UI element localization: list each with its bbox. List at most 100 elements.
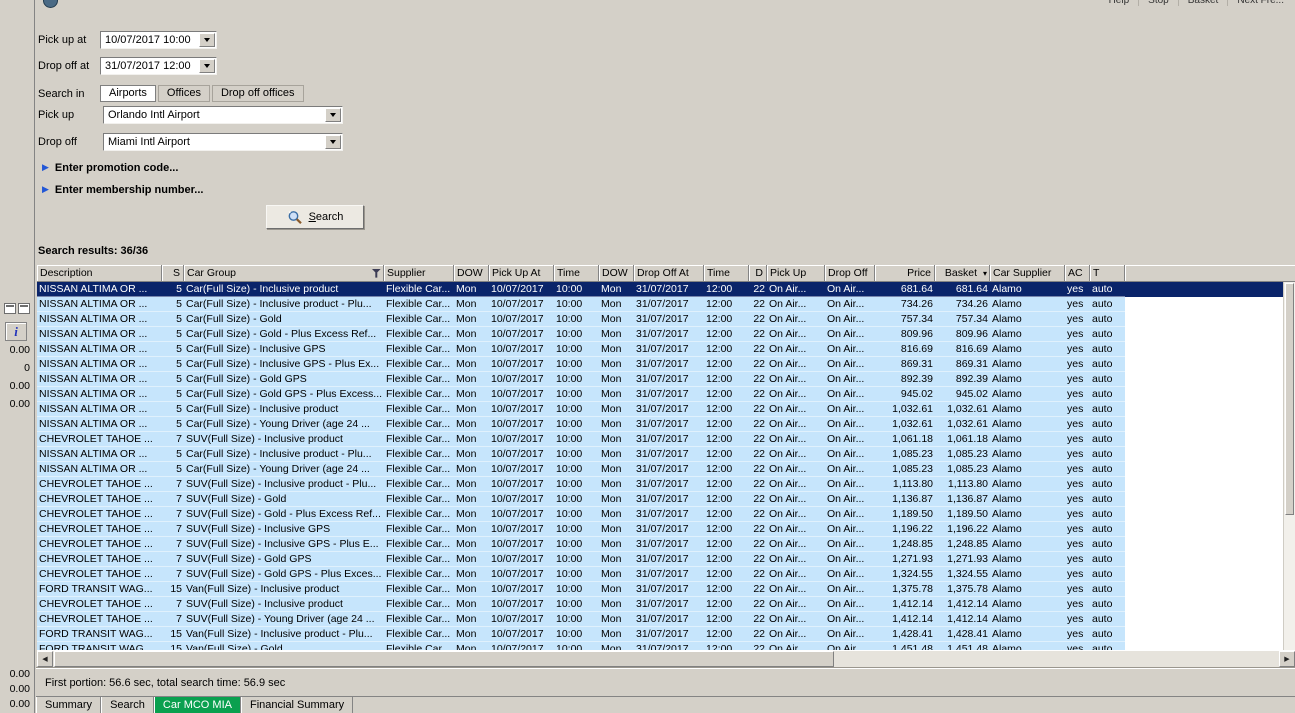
table-row[interactable]: FORD TRANSIT WAG... 15 Van(Full Size) - Go… — [37, 642, 1283, 650]
column-header-price[interactable]: Price — [875, 265, 935, 282]
filter-icon[interactable] — [372, 269, 381, 280]
cell-s: 5 — [176, 328, 182, 340]
cell-car-supplier: Alamo — [992, 358, 1022, 370]
horizontal-scrollbar[interactable]: ◀ ▶ — [37, 650, 1295, 667]
table-row[interactable]: CHEVROLET TAHOE ... 7 SUV(Full Size) - Gol… — [37, 507, 1283, 522]
chevron-down-icon[interactable] — [199, 59, 215, 73]
table-row[interactable]: CHEVROLET TAHOE ... 7 SUV(Full Size) - Inc… — [37, 537, 1283, 552]
cell-time: 10:00 — [556, 298, 583, 310]
search-in-tab-drop-off-offices[interactable]: Drop off offices — [211, 85, 304, 102]
cell-basket: 1,428.41 — [947, 628, 988, 640]
cell-description: CHEVROLET TAHOE ... — [39, 568, 153, 580]
bottom-tab-car-mco-mia[interactable]: Car MCO MIA — [153, 697, 241, 713]
table-row[interactable]: CHEVROLET TAHOE ... 7 SUV(Full Size) - Inc… — [37, 522, 1283, 537]
pickup-at-combobox[interactable]: 10/07/2017 10:00 — [100, 31, 217, 49]
cell-dow: Mon — [601, 538, 622, 550]
search-timing-status: First portion: 56.6 sec, total search ti… — [45, 677, 286, 689]
table-row[interactable]: CHEVROLET TAHOE ... 7 SUV(Full Size) - Inc… — [37, 597, 1283, 612]
column-header-time[interactable]: Time — [704, 265, 749, 282]
table-row[interactable]: CHEVROLET TAHOE ... 7 SUV(Full Size) - Gol… — [37, 492, 1283, 507]
column-header-dow[interactable]: DOW — [599, 265, 634, 282]
table-row[interactable]: NISSAN ALTIMA OR ... 5 Car(Full Size) - Go… — [37, 327, 1283, 342]
column-header-car-supplier[interactable]: Car Supplier — [990, 265, 1065, 282]
vertical-scrollbar[interactable] — [1283, 282, 1295, 650]
table-row[interactable]: NISSAN ALTIMA OR ... 5 Car(Full Size) - In… — [37, 342, 1283, 357]
sort-icon[interactable]: ▾ — [983, 269, 987, 278]
cell-car-group: Car(Full Size) - Gold GPS - Plus Excess.… — [186, 388, 383, 400]
table-row[interactable]: NISSAN ALTIMA OR ... 5 Car(Full Size) - Go… — [37, 372, 1283, 387]
cell-pick-up: On Air... — [769, 418, 807, 430]
table-row[interactable]: NISSAN ALTIMA OR ... 5 Car(Full Size) - In… — [37, 447, 1283, 462]
dropoff-location-combobox[interactable]: Miami Intl Airport — [103, 133, 343, 151]
table-row[interactable]: NISSAN ALTIMA OR ... 5 Car(Full Size) - In… — [37, 297, 1283, 312]
table-row[interactable]: CHEVROLET TAHOE ... 7 SUV(Full Size) - Inc… — [37, 432, 1283, 447]
dropoff-at-combobox[interactable]: 31/07/2017 12:00 — [100, 57, 217, 75]
vertical-scrollbar-thumb[interactable] — [1285, 283, 1294, 515]
row-filler — [1125, 522, 1283, 537]
table-row[interactable]: CHEVROLET TAHOE ... 7 SUV(Full Size) - Inc… — [37, 477, 1283, 492]
cell-ac: yes — [1067, 283, 1084, 295]
bottom-tab-financial-summary[interactable]: Financial Summary — [240, 697, 354, 713]
column-header-d[interactable]: D — [749, 265, 767, 282]
pickup-location-combobox[interactable]: Orlando Intl Airport — [103, 106, 343, 124]
info-icon[interactable]: i — [5, 322, 27, 341]
table-row[interactable]: CHEVROLET TAHOE ... 7 SUV(Full Size) - Gol… — [37, 552, 1283, 567]
promotion-code-expander[interactable]: ▶ Enter promotion code... — [42, 162, 178, 174]
search-in-tab-offices[interactable]: Offices — [157, 85, 210, 102]
cell-ac: yes — [1067, 643, 1084, 650]
search-in-tab-airports[interactable]: Airports — [100, 85, 156, 102]
topbar-item-stop[interactable]: Stop — [1138, 0, 1178, 6]
bottom-tab-search[interactable]: Search — [101, 697, 154, 713]
column-header-drop-off-at[interactable]: Drop Off At — [634, 265, 704, 282]
search-button[interactable]: Search — [266, 205, 364, 229]
column-header-s[interactable]: S — [162, 265, 184, 282]
column-header-time[interactable]: Time — [554, 265, 599, 282]
cell-t: auto — [1092, 628, 1113, 640]
scroll-left-icon[interactable]: ◀ — [37, 651, 53, 667]
cell-time: 10:00 — [556, 508, 583, 520]
column-header-pick-up[interactable]: Pick Up — [767, 265, 825, 282]
scroll-right-icon[interactable]: ▶ — [1279, 651, 1295, 667]
table-row[interactable]: NISSAN ALTIMA OR ... 5 Car(Full Size) - Yo… — [37, 417, 1283, 432]
table-row[interactable]: FORD TRANSIT WAG... 15 Van(Full Size) - In… — [37, 627, 1283, 642]
column-header-t[interactable]: T — [1090, 265, 1125, 282]
cell-time: 12:00 — [706, 313, 733, 325]
table-row[interactable]: NISSAN ALTIMA OR ... 5 Car(Full Size) - Yo… — [37, 462, 1283, 477]
table-row[interactable]: NISSAN ALTIMA OR ... 5 Car(Full Size) - Go… — [37, 312, 1283, 327]
table-row[interactable]: CHEVROLET TAHOE ... 7 SUV(Full Size) - Gol… — [37, 567, 1283, 582]
cell-car-supplier: Alamo — [992, 583, 1022, 595]
membership-number-expander[interactable]: ▶ Enter membership number... — [42, 184, 203, 196]
horizontal-scrollbar-thumb[interactable] — [54, 651, 834, 667]
column-header-description[interactable]: Description — [37, 265, 162, 282]
cell-time: 10:00 — [556, 613, 583, 625]
column-header-dow[interactable]: DOW — [454, 265, 489, 282]
column-header-car-group[interactable]: Car Group — [184, 265, 384, 282]
table-row[interactable]: NISSAN ALTIMA OR ... 5 Car(Full Size) - Go… — [37, 387, 1283, 402]
table-row[interactable]: CHEVROLET TAHOE ... 7 SUV(Full Size) - You… — [37, 612, 1283, 627]
table-row[interactable]: NISSAN ALTIMA OR ... 5 Car(Full Size) - In… — [37, 357, 1283, 372]
panel-window-icon[interactable] — [4, 303, 16, 314]
chevron-down-icon[interactable] — [325, 135, 341, 149]
chevron-down-icon[interactable] — [325, 108, 341, 122]
cell-pick-up: On Air... — [769, 358, 807, 370]
column-header-ac[interactable]: AC — [1065, 265, 1090, 282]
cell-s: 7 — [176, 478, 182, 490]
table-row[interactable]: FORD TRANSIT WAG... 15 Van(Full Size) - In… — [37, 582, 1283, 597]
cell-pick-up: On Air... — [769, 373, 807, 385]
cell-supplier: Flexible Car... — [386, 598, 451, 610]
column-header-drop-off[interactable]: Drop Off — [825, 265, 875, 282]
column-header-pick-up-at[interactable]: Pick Up At — [489, 265, 554, 282]
search-in-label: Search in — [38, 88, 85, 100]
table-row[interactable]: NISSAN ALTIMA OR ... 5 Car(Full Size) - In… — [37, 282, 1283, 297]
topbar-item-help[interactable]: Help — [1100, 0, 1139, 6]
bottom-tab-summary[interactable]: Summary — [36, 697, 102, 713]
column-header-supplier[interactable]: Supplier — [384, 265, 454, 282]
table-row[interactable]: NISSAN ALTIMA OR ... 5 Car(Full Size) - In… — [37, 402, 1283, 417]
topbar-item-next-fre[interactable]: Next Fre... — [1227, 0, 1293, 6]
chevron-down-icon[interactable] — [199, 33, 215, 47]
column-header-basket[interactable]: Basket ▾ — [935, 265, 990, 282]
cell-ac: yes — [1067, 448, 1084, 460]
panel-window-icon[interactable] — [18, 303, 30, 314]
topbar-item-basket[interactable]: Basket — [1177, 0, 1228, 6]
cell-drop-off-at: 31/07/2017 — [636, 613, 689, 625]
